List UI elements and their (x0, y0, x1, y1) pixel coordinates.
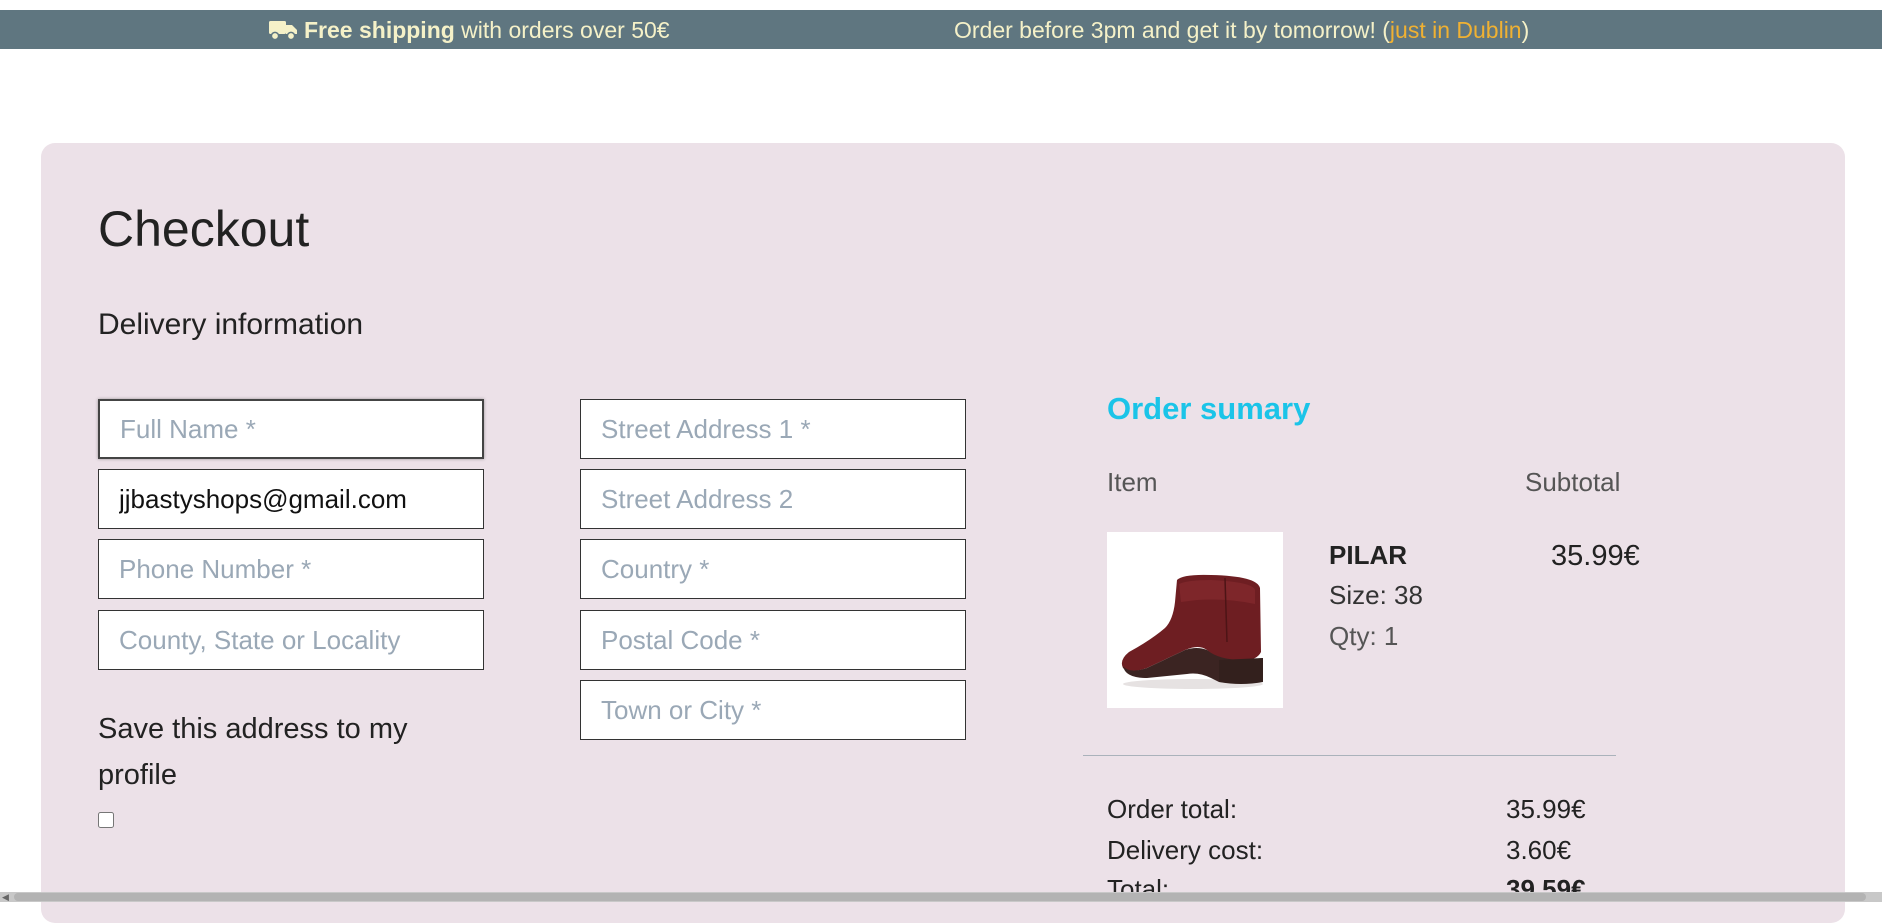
country-select[interactable] (580, 539, 966, 599)
postal-code-input[interactable] (580, 610, 966, 670)
scroll-left-arrow-icon[interactable]: ◀ (2, 892, 9, 902)
delivery-notice: Order before 3pm and get it by tomorrow!… (954, 17, 1529, 44)
product-subtotal: 35.99€ (1551, 540, 1640, 572)
truck-icon (268, 19, 298, 47)
free-shipping-rest: with orders over 50€ (454, 17, 670, 43)
scrollbar-thumb[interactable] (14, 893, 1866, 901)
summary-divider (1083, 755, 1616, 756)
product-image (1107, 532, 1283, 708)
horizontal-scrollbar[interactable]: ◀ (0, 892, 1882, 902)
order-total-label: Order total: (1107, 794, 1238, 824)
subtotal-column-header: Subtotal (1525, 467, 1621, 497)
page-title: Checkout (98, 201, 310, 257)
delivery-cost-value: 3.60€ (1506, 835, 1572, 865)
boot-illustration (1121, 574, 1263, 689)
phone-input[interactable] (98, 539, 484, 599)
item-column-header: Item (1107, 467, 1158, 497)
free-shipping-notice: Free shipping with orders over 50€ (268, 17, 670, 47)
delivery-accent: just in Dublin (1389, 17, 1522, 43)
product-size: Size: 38 (1329, 580, 1423, 610)
street-address-2-input[interactable] (580, 469, 966, 529)
order-summary-title: Order sumary (1107, 391, 1311, 426)
delivery-info-heading: Delivery information (98, 308, 364, 341)
county-input[interactable] (98, 610, 484, 670)
top-banner: Free shipping with orders over 50€ Order… (0, 10, 1882, 49)
save-address-checkbox[interactable] (98, 812, 114, 828)
order-total-value: 35.99€ (1506, 794, 1586, 824)
delivery-close: ) (1521, 17, 1530, 43)
save-address-label: Save this address to my profile (98, 713, 408, 791)
delivery-cost-label: Delivery cost: (1107, 835, 1264, 865)
free-shipping-bold: Free shipping (304, 17, 455, 43)
product-qty: Qty: 1 (1329, 621, 1399, 651)
full-name-input[interactable] (98, 399, 484, 459)
delivery-text: Order before 3pm and get it by tomorrow!… (954, 17, 1390, 43)
town-city-input[interactable] (580, 680, 966, 740)
street-address-1-input[interactable] (580, 399, 966, 459)
email-input[interactable] (98, 469, 484, 529)
product-name: PILAR (1329, 540, 1407, 570)
